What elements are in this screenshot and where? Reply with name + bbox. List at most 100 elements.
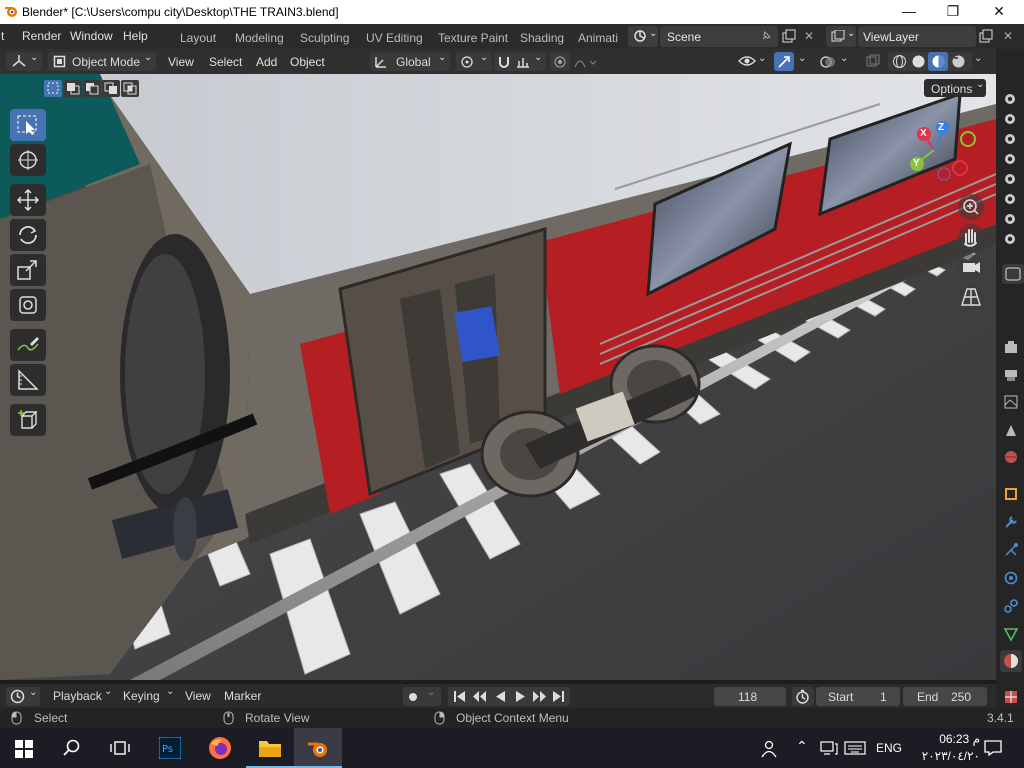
visibility-eye-icon[interactable] xyxy=(738,54,756,68)
render-properties-icon[interactable] xyxy=(1003,339,1019,355)
select-subtract-button[interactable] xyxy=(83,80,101,97)
pan-view-button[interactable] xyxy=(958,224,984,250)
input-language-indicator[interactable]: ENG xyxy=(876,741,902,755)
play-reverse-icon[interactable] xyxy=(494,690,507,703)
clock-date[interactable]: ٢٠٢٣/٠٤/٢٠ xyxy=(908,749,980,763)
timeline-view-menu[interactable]: View xyxy=(185,689,211,703)
particles-icon[interactable] xyxy=(1003,542,1019,558)
falloff-curve-icon[interactable] xyxy=(574,55,598,69)
3d-viewport[interactable]: Options ⌄ Z X Y xyxy=(0,74,996,680)
new-viewlayer-icon[interactable] xyxy=(978,29,994,44)
gizmo-toggle[interactable] xyxy=(774,52,794,71)
menu-view[interactable]: View xyxy=(168,55,194,69)
jump-end-icon[interactable] xyxy=(552,690,565,703)
menu-select[interactable]: Select xyxy=(209,55,242,69)
tool-select-box[interactable] xyxy=(10,109,46,141)
tab-uv-editing[interactable]: UV Editing xyxy=(366,31,423,45)
end-frame-field[interactable]: End 250 xyxy=(903,687,987,706)
tab-animation[interactable]: Animati xyxy=(578,31,618,45)
blender-taskbar-button[interactable] xyxy=(294,728,342,768)
show-hidden-icons-chevron-icon[interactable]: ⌃ xyxy=(796,738,808,755)
texture-icon[interactable] xyxy=(1003,689,1019,705)
network-icon[interactable] xyxy=(820,741,838,755)
object-properties-icon[interactable] xyxy=(1003,486,1019,502)
select-intersect-button[interactable] xyxy=(121,80,139,97)
snap-dropdown[interactable]: ⌄ xyxy=(494,52,546,71)
new-scene-icon[interactable] xyxy=(781,29,797,44)
menu-add[interactable]: Add xyxy=(256,55,277,69)
transform-orientation-dropdown[interactable]: Global ⌄ xyxy=(370,52,450,71)
select-invert-button[interactable] xyxy=(102,80,120,97)
mode-dropdown[interactable]: Object Mode ⌄ xyxy=(48,52,156,71)
camera-visibility-icons[interactable] xyxy=(1001,91,1019,291)
physics-icon[interactable] xyxy=(1003,570,1019,586)
proportional-editing-toggle[interactable] xyxy=(550,52,570,71)
close-button[interactable]: ✕ xyxy=(976,0,1022,24)
next-keyframe-icon[interactable] xyxy=(532,690,547,703)
viewlayer-name-field[interactable]: ViewLayer xyxy=(858,26,976,47)
tab-material[interactable] xyxy=(1000,650,1022,672)
material-preview-shading-button[interactable] xyxy=(928,52,948,71)
notifications-icon[interactable] xyxy=(984,740,1002,756)
timeline-editor-type-button[interactable]: ⌄ xyxy=(6,687,40,706)
maximize-button[interactable]: ❐ xyxy=(930,0,976,24)
view-layer-properties-icon[interactable] xyxy=(1003,394,1019,410)
playback-menu[interactable]: Playback xyxy=(53,689,102,703)
constraints-icon[interactable] xyxy=(1003,598,1019,614)
select-new-button[interactable] xyxy=(44,80,62,97)
jump-start-icon[interactable] xyxy=(453,690,466,703)
modifier-wrench-icon[interactable] xyxy=(1003,514,1019,530)
overlays-icon[interactable] xyxy=(820,54,836,70)
tab-texture-paint[interactable]: Texture Paint xyxy=(438,31,508,45)
rendered-shading-icon[interactable] xyxy=(951,54,966,69)
preview-range-toggle[interactable] xyxy=(792,687,814,706)
task-view-button[interactable] xyxy=(96,728,144,768)
tab-layout[interactable]: Layout xyxy=(180,31,216,45)
tab-sculpting[interactable]: Sculpting xyxy=(300,31,349,45)
tool-add-cube[interactable] xyxy=(10,404,46,436)
keying-menu[interactable]: Keying xyxy=(123,689,160,703)
marker-menu[interactable]: Marker xyxy=(224,689,261,703)
tool-scale[interactable] xyxy=(10,254,46,286)
zoom-view-button[interactable] xyxy=(958,194,984,220)
menu-file-clipped[interactable]: t xyxy=(1,29,4,43)
tool-cursor[interactable] xyxy=(10,144,46,176)
start-frame-field[interactable]: Start 1 xyxy=(816,687,900,706)
firefox-taskbar-button[interactable] xyxy=(196,728,244,768)
search-button[interactable] xyxy=(48,728,96,768)
scene-properties-icon[interactable] xyxy=(1003,422,1019,438)
menu-render[interactable]: Render xyxy=(22,29,61,43)
tool-rotate[interactable] xyxy=(10,219,46,251)
editor-type-button[interactable]: ⌄ xyxy=(6,52,42,71)
options-dropdown[interactable]: Options ⌄ xyxy=(924,79,986,97)
tool-transform[interactable] xyxy=(10,289,46,321)
scene-selector-button[interactable]: ⌄ xyxy=(628,26,658,47)
prev-keyframe-icon[interactable] xyxy=(472,690,487,703)
tab-tool[interactable] xyxy=(1002,264,1024,284)
menu-window[interactable]: Window xyxy=(70,29,113,43)
xray-toggle-icon[interactable] xyxy=(866,54,880,68)
menu-help[interactable]: Help xyxy=(123,29,148,43)
object-data-icon[interactable] xyxy=(1003,626,1019,642)
file-explorer-taskbar-button[interactable] xyxy=(246,728,294,768)
output-properties-icon[interactable] xyxy=(1003,367,1019,383)
photoshop-taskbar-button[interactable]: Ps xyxy=(146,728,194,768)
minimize-button[interactable]: — xyxy=(886,0,932,24)
delete-viewlayer-icon[interactable]: ✕ xyxy=(1003,29,1013,43)
auto-keying-toggle[interactable]: ⌄ xyxy=(403,687,441,706)
select-extend-button[interactable] xyxy=(64,80,82,97)
tool-measure[interactable] xyxy=(10,364,46,396)
start-button[interactable] xyxy=(0,728,48,768)
clock-time[interactable]: 06:23 م xyxy=(918,732,980,746)
viewlayer-selector-button[interactable]: ⌄ xyxy=(826,26,856,47)
keyboard-icon[interactable] xyxy=(844,741,866,755)
tab-modeling[interactable]: Modeling xyxy=(235,31,284,45)
current-frame-field[interactable]: 118 xyxy=(714,687,786,706)
wireframe-shading-icon[interactable] xyxy=(892,54,907,69)
tab-shading[interactable]: Shading xyxy=(520,31,564,45)
scene-name-field[interactable]: Scene xyxy=(660,26,778,47)
world-properties-icon[interactable] xyxy=(1003,449,1019,465)
pivot-point-dropdown[interactable]: ⌄ xyxy=(456,52,492,71)
perspective-toggle-button[interactable] xyxy=(958,284,984,310)
delete-scene-icon[interactable]: ✕ xyxy=(804,29,814,43)
